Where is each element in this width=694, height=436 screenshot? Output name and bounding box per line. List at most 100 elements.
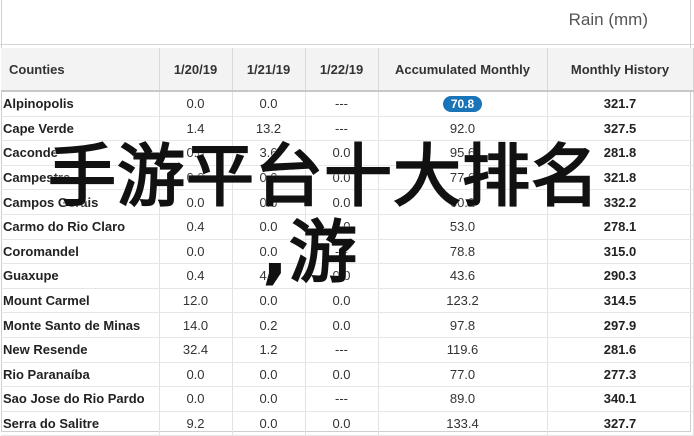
daily-value-cell: 0.0 (305, 288, 379, 314)
history-cell: 321.8 (547, 165, 694, 191)
column-header-date-2[interactable]: 1/21/19 (232, 48, 306, 92)
table-row: Campos Gerais 0.0 0.0 0.0 60.2 332.2 (1, 189, 694, 215)
daily-value-cell: 0.0 (305, 140, 379, 166)
history-cell: 314.5 (547, 288, 694, 314)
table-row: Cape Verde 1.4 13.2 --- 92.0 327.5 (1, 116, 694, 142)
accumulated-cell: 97.8 (378, 312, 548, 338)
daily-value-cell: 0.0 (159, 140, 233, 166)
daily-value-cell: --- (305, 91, 379, 117)
history-cell: 340.1 (547, 386, 694, 412)
history-cell: 281.8 (547, 140, 694, 166)
daily-value-cell: 14.0 (159, 312, 233, 338)
daily-value-cell: 4.2 (232, 263, 306, 289)
history-cell: 327.5 (547, 116, 694, 142)
rain-table: Counties 1/20/19 1/21/19 1/22/19 Accumul… (1, 48, 694, 436)
divider (0, 44, 694, 45)
daily-value-cell: 0.0 (159, 362, 233, 388)
column-header-counties[interactable]: Counties (1, 48, 160, 92)
county-name-cell: Coromandel (1, 239, 160, 265)
history-cell: 277.3 (547, 362, 694, 388)
history-cell: 321.7 (547, 91, 694, 117)
daily-value-cell: 0.0 (159, 165, 233, 191)
accumulated-cell: 89.0 (378, 386, 548, 412)
table-row: Serra do Salitre 9.2 0.0 0.0 133.4 327.7 (1, 411, 694, 436)
daily-value-cell: 0.0 (159, 239, 233, 265)
county-name-cell: Carmo do Rio Claro (1, 214, 160, 240)
daily-value-cell: 32.4 (159, 337, 233, 363)
county-name-cell: Monte Santo de Minas (1, 312, 160, 338)
daily-value-cell: 9.2 (159, 411, 233, 436)
daily-value-cell: 0.0 (305, 312, 379, 338)
highlight-badge: 70.8 (442, 95, 483, 112)
daily-value-cell: 0.0 (232, 239, 306, 265)
accumulated-cell: 95.6 (378, 140, 548, 166)
daily-value-cell: 0.0 (232, 91, 306, 117)
daily-value-cell: 0.0 (305, 165, 379, 191)
table-row: Coromandel 0.0 0.0 --- 78.8 315.0 (1, 239, 694, 265)
table-row: Carmo do Rio Claro 0.4 0.0 0.0 53.0 278.1 (1, 214, 694, 240)
county-name-cell: Campos Gerais (1, 189, 160, 215)
daily-value-cell: --- (305, 386, 379, 412)
county-name-cell: Rio Paranaíba (1, 362, 160, 388)
daily-value-cell: --- (305, 239, 379, 265)
column-header-date-1[interactable]: 1/20/19 (159, 48, 233, 92)
county-name-cell: Caconde (1, 140, 160, 166)
table-row: Guaxupe 0.4 4.2 0.0 43.6 290.3 (1, 263, 694, 289)
history-cell: 290.3 (547, 263, 694, 289)
accumulated-cell: 119.6 (378, 337, 548, 363)
header-row: Counties 1/20/19 1/21/19 1/22/19 Accumul… (1, 48, 694, 92)
county-name-cell: Guaxupe (1, 263, 160, 289)
county-name-cell: Alpinopolis (1, 91, 160, 117)
daily-value-cell: 0.0 (232, 411, 306, 436)
column-header-date-3[interactable]: 1/22/19 (305, 48, 379, 92)
daily-value-cell: 0.0 (159, 386, 233, 412)
daily-value-cell: 0.0 (232, 386, 306, 412)
column-header-history[interactable]: Monthly History (547, 48, 694, 92)
daily-value-cell: 0.0 (159, 189, 233, 215)
county-name-cell: Cape Verde (1, 116, 160, 142)
table-row: Mount Carmel 12.0 0.0 0.0 123.2 314.5 (1, 288, 694, 314)
daily-value-cell: 1.4 (159, 116, 233, 142)
accumulated-cell: 77.0 (378, 362, 548, 388)
column-header-accumulated[interactable]: Accumulated Monthly (378, 48, 548, 92)
daily-value-cell: 0.0 (305, 411, 379, 436)
history-cell: 297.9 (547, 312, 694, 338)
accumulated-cell: 43.6 (378, 263, 548, 289)
table-row: Alpinopolis 0.0 0.0 --- 70.8 321.7 (1, 91, 694, 117)
daily-value-cell: 0.0 (305, 263, 379, 289)
daily-value-cell: --- (305, 337, 379, 363)
daily-value-cell: 0.0 (305, 362, 379, 388)
table-row: Sao Jose do Rio Pardo 0.0 0.0 --- 89.0 340.1 (1, 386, 694, 412)
daily-value-cell: 0.0 (305, 189, 379, 215)
unit-label: Rain (mm) (568, 10, 648, 29)
history-cell: 315.0 (547, 239, 694, 265)
table-row: Caconde 0.0 3.6 0.0 95.6 281.8 (1, 140, 694, 166)
daily-value-cell: 0.0 (159, 91, 233, 117)
daily-value-cell: 12.0 (159, 288, 233, 314)
history-cell: 278.1 (547, 214, 694, 240)
accumulated-cell: 77.6 (378, 165, 548, 191)
history-cell: 332.2 (547, 189, 694, 215)
accumulated-cell: 70.8 (378, 91, 548, 117)
daily-value-cell: 0.0 (232, 165, 306, 191)
daily-value-cell: 3.6 (232, 140, 306, 166)
accumulated-cell: 78.8 (378, 239, 548, 265)
table-row: Campestre 0.0 0.0 0.0 77.6 321.8 (1, 165, 694, 191)
daily-value-cell: 0.0 (232, 288, 306, 314)
daily-value-cell: --- (305, 116, 379, 142)
daily-value-cell: 0.2 (232, 312, 306, 338)
county-name-cell: Sao Jose do Rio Pardo (1, 386, 160, 412)
daily-value-cell: 1.2 (232, 337, 306, 363)
county-name-cell: New Resende (1, 337, 160, 363)
daily-value-cell: 0.0 (232, 214, 306, 240)
daily-value-cell: 0.0 (305, 214, 379, 240)
table-row: Monte Santo de Minas 14.0 0.2 0.0 97.8 297.9 (1, 312, 694, 338)
daily-value-cell: 0.4 (159, 263, 233, 289)
table-row: New Resende 32.4 1.2 --- 119.6 281.6 (1, 337, 694, 363)
daily-value-cell: 13.2 (232, 116, 306, 142)
accumulated-cell: 53.0 (378, 214, 548, 240)
daily-value-cell: 0.0 (232, 189, 306, 215)
daily-value-cell: 0.4 (159, 214, 233, 240)
accumulated-cell: 123.2 (378, 288, 548, 314)
daily-value-cell: 0.0 (232, 362, 306, 388)
